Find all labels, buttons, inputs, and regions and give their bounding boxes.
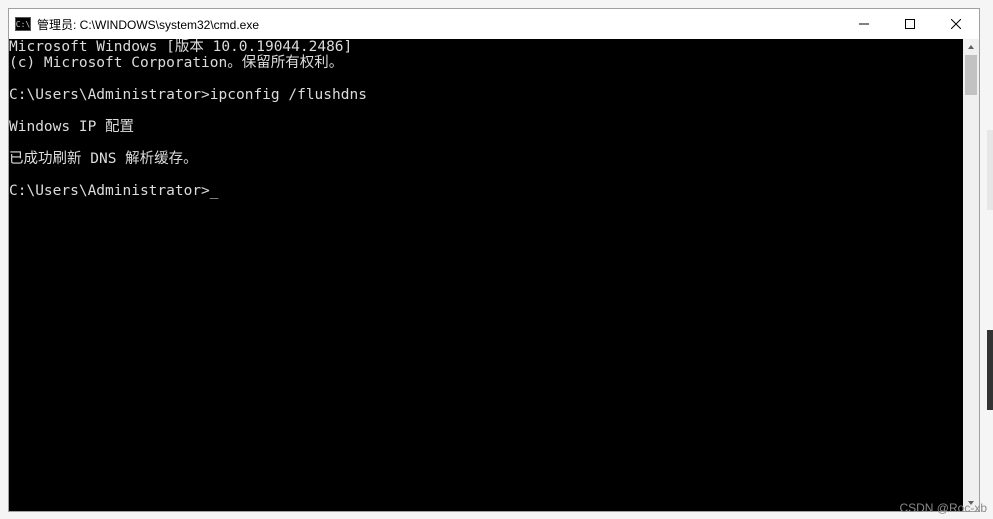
- minimize-button[interactable]: [841, 9, 887, 39]
- scroll-thumb[interactable]: [965, 55, 977, 95]
- output-success: 已成功刷新 DNS 解析缓存。: [9, 151, 198, 167]
- terminal-output[interactable]: Microsoft Windows [版本 10.0.19044.2486] (…: [9, 39, 963, 511]
- maximize-button[interactable]: [887, 9, 933, 39]
- cmd-window: C:\ 管理员: C:\WINDOWS\system32\cmd.exe Mic…: [8, 8, 980, 512]
- prompt-path: C:\Users\Administrator>: [9, 87, 210, 103]
- titlebar[interactable]: C:\ 管理员: C:\WINDOWS\system32\cmd.exe: [9, 9, 979, 39]
- vertical-scrollbar[interactable]: [963, 39, 979, 511]
- page-edge-decor: [987, 130, 993, 210]
- client-area: Microsoft Windows [版本 10.0.19044.2486] (…: [9, 39, 979, 511]
- window-title: 管理员: C:\WINDOWS\system32\cmd.exe: [37, 16, 259, 33]
- cursor: _: [210, 183, 219, 199]
- copyright-line: (c) Microsoft Corporation。保留所有权利。: [9, 55, 343, 71]
- watermark-text: CSDN @Roc-xb: [899, 501, 987, 515]
- scroll-up-button[interactable]: [963, 39, 979, 55]
- close-button[interactable]: [933, 9, 979, 39]
- version-line: Microsoft Windows [版本 10.0.19044.2486]: [9, 39, 352, 55]
- command-text: ipconfig /flushdns: [210, 87, 367, 103]
- prompt-path: C:\Users\Administrator>: [9, 183, 210, 199]
- output-header: Windows IP 配置: [9, 119, 134, 135]
- window-controls: [841, 9, 979, 39]
- cmd-icon: C:\: [15, 17, 31, 31]
